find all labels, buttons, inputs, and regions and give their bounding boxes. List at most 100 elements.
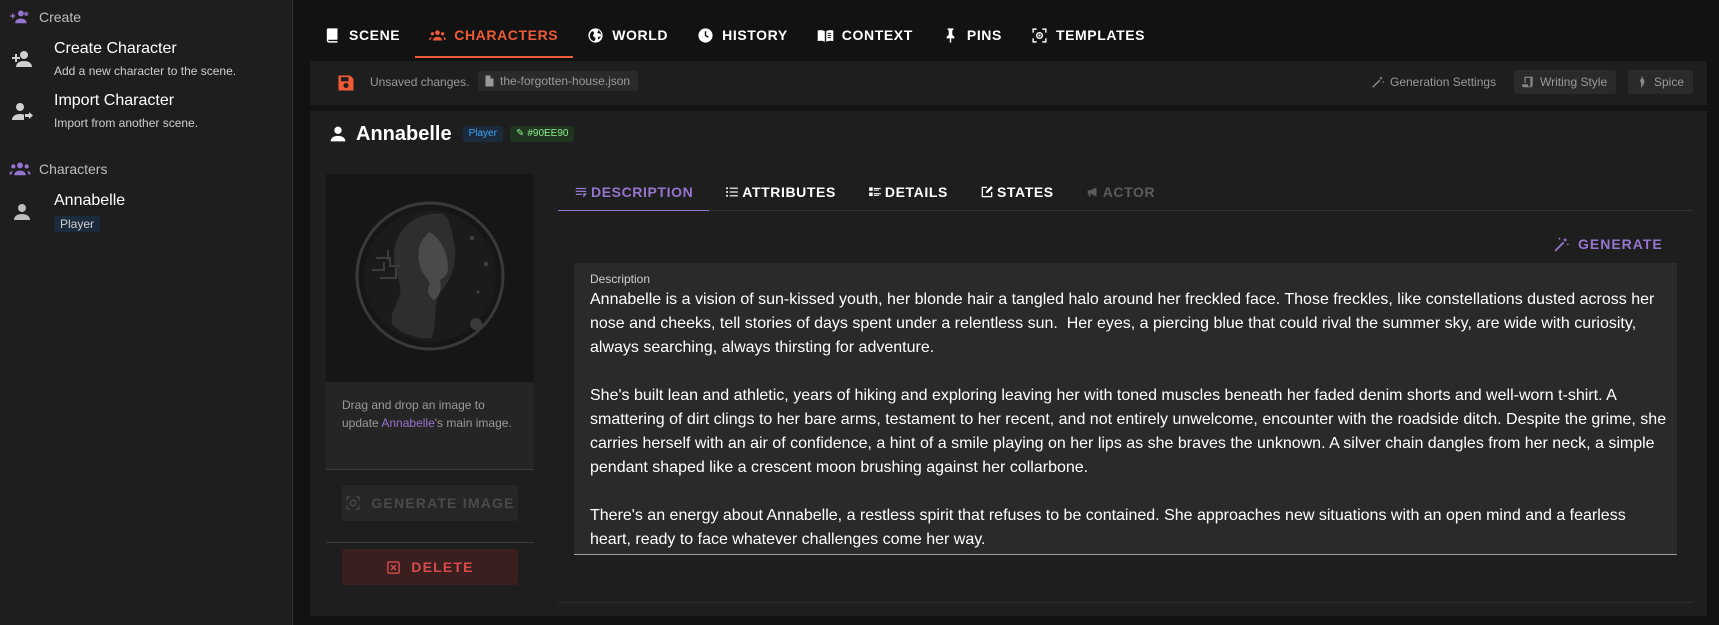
tab-history-label: HISTORY — [722, 27, 788, 43]
filename-chip: the-forgotten-house.json — [478, 71, 639, 91]
generation-settings-label: Generation Settings — [1390, 75, 1497, 89]
magic-wand-icon — [1554, 236, 1570, 252]
create-section-header: Create — [9, 8, 81, 26]
filename-text: the-forgotten-house.json — [500, 74, 631, 88]
pin-icon — [946, 27, 955, 43]
subtab-states-label: STATES — [996, 184, 1054, 200]
details-list-icon — [869, 187, 881, 197]
person-icon — [14, 204, 30, 220]
tab-context-label: CONTEXT — [841, 27, 913, 43]
import-character-subtitle: Import from another scene. — [54, 116, 199, 130]
description-field[interactable]: Description Annabelle is a vision of sun… — [574, 263, 1677, 555]
tab-characters[interactable]: CHARACTERS — [415, 12, 574, 58]
drop-image-hint: Drag and drop an image to update Annabel… — [342, 396, 522, 432]
divider — [326, 469, 534, 470]
script-icon — [1522, 76, 1533, 88]
chili-icon — [1640, 76, 1645, 88]
create-character-title: Create Character — [54, 40, 177, 57]
subtab-details-label: DETAILS — [884, 184, 948, 200]
group-icon — [429, 29, 447, 40]
tab-world-label: WORLD — [612, 27, 669, 43]
subtab-actor-label: ACTOR — [1102, 184, 1156, 200]
unsaved-status: Unsaved changes. — [370, 75, 470, 89]
spice-label: Spice — [1654, 75, 1685, 89]
save-icon[interactable] — [336, 73, 356, 93]
person-icon — [330, 126, 346, 142]
color-badge-value: #90EE90 — [527, 128, 569, 139]
import-character-title: Import Character — [54, 92, 175, 109]
writing-style-label: Writing Style — [1540, 75, 1608, 89]
tab-templates[interactable]: TEMPLATES — [1017, 12, 1160, 58]
image-generate-icon — [346, 496, 360, 510]
person-import-icon — [12, 103, 33, 120]
portrait-illustration — [355, 201, 505, 351]
character-header: Annabelle Player ✎ #90EE90 — [327, 122, 575, 146]
group-add-icon — [10, 10, 29, 24]
description-textarea[interactable]: Annabelle is a vision of sun-kissed yout… — [590, 288, 1670, 552]
drop-hint-post: 's main image. — [434, 416, 512, 430]
megaphone-icon — [1087, 187, 1097, 197]
create-character-item[interactable]: Create Character Add a new character to … — [0, 38, 292, 82]
generate-image-button[interactable]: GENERATE IMAGE — [342, 485, 518, 521]
file-icon — [485, 75, 494, 87]
delete-label: DELETE — [411, 559, 474, 575]
tab-templates-label: TEMPLATES — [1055, 27, 1146, 43]
role-badge: Player — [462, 126, 503, 142]
book-open-icon — [817, 29, 834, 42]
main-tabs: SCENE CHARACTERS WORLD HISTORY CONTEXT P… — [310, 12, 1160, 58]
delete-button[interactable]: DELETE — [342, 549, 518, 585]
sidebar: Create Create Character Add a new charac… — [0, 0, 293, 625]
create-section-label: Create — [39, 9, 82, 25]
character-subtabs: DESCRIPTION ATTRIBUTES DETAILS STATES AC… — [558, 173, 1693, 212]
character-name: Annabelle — [356, 122, 452, 145]
subtab-attributes[interactable]: ATTRIBUTES — [709, 173, 852, 211]
subtab-states[interactable]: STATES — [964, 173, 1070, 211]
generate-description-button[interactable]: GENERATE — [1553, 234, 1663, 254]
close-box-icon — [387, 560, 401, 574]
tab-characters-label: CHARACTERS — [454, 27, 559, 43]
template-icon — [1032, 27, 1047, 43]
tab-pins-label: PINS — [966, 27, 1002, 43]
generate-description-label: GENERATE — [1578, 236, 1663, 252]
image-panel: Drag and drop an image to update Annabel… — [326, 174, 534, 470]
drop-hint-name: Annabelle — [381, 416, 435, 430]
divider — [326, 542, 534, 543]
subtab-description-label: DESCRIPTION — [591, 184, 694, 200]
character-role-badge: Player — [54, 216, 101, 232]
edit-note-icon — [981, 186, 993, 198]
book-icon — [326, 27, 338, 43]
clock-icon — [698, 27, 713, 43]
list-icon — [726, 187, 739, 197]
tab-context[interactable]: CONTEXT — [803, 12, 928, 58]
generate-image-label: GENERATE IMAGE — [371, 495, 515, 511]
subtab-actor[interactable]: ACTOR — [1070, 173, 1172, 211]
tab-scene[interactable]: SCENE — [310, 12, 415, 58]
scene-toolbar: Unsaved changes. the-forgotten-house.jso… — [310, 61, 1707, 105]
tab-history[interactable]: HISTORY — [683, 12, 803, 58]
group-icon — [9, 162, 31, 176]
create-character-subtitle: Add a new character to the scene. — [54, 64, 237, 78]
tab-world[interactable]: WORLD — [573, 12, 683, 58]
magic-wand-icon — [1372, 76, 1385, 88]
characters-section-label: Characters — [39, 161, 108, 177]
pencil-icon: ✎ — [515, 128, 525, 139]
character-list-item[interactable]: Annabelle Player — [0, 190, 292, 236]
subtab-attributes-label: ATTRIBUTES — [742, 184, 836, 200]
character-portrait[interactable] — [326, 174, 534, 382]
character-list-name: Annabelle — [54, 192, 126, 209]
text-lines-icon — [575, 187, 587, 198]
person-add-icon — [12, 51, 32, 67]
subtab-description[interactable]: DESCRIPTION — [558, 173, 710, 212]
tab-pins[interactable]: PINS — [928, 12, 1017, 58]
generation-settings-button[interactable]: Generation Settings — [1371, 70, 1496, 94]
tab-scene-label: SCENE — [349, 27, 401, 43]
writing-style-button[interactable]: Writing Style — [1514, 70, 1617, 94]
import-character-item[interactable]: Import Character Import from another sce… — [0, 90, 292, 134]
characters-section-header: Characters — [9, 160, 107, 178]
color-badge[interactable]: ✎ #90EE90 — [509, 126, 575, 142]
character-card: Annabelle Player ✎ #90EE90 Drag and drop … — [310, 111, 1707, 616]
subtab-details[interactable]: DETAILS — [852, 173, 964, 211]
spice-button[interactable]: Spice — [1628, 70, 1694, 94]
globe-icon — [588, 27, 603, 43]
description-field-label: Description — [590, 272, 651, 286]
